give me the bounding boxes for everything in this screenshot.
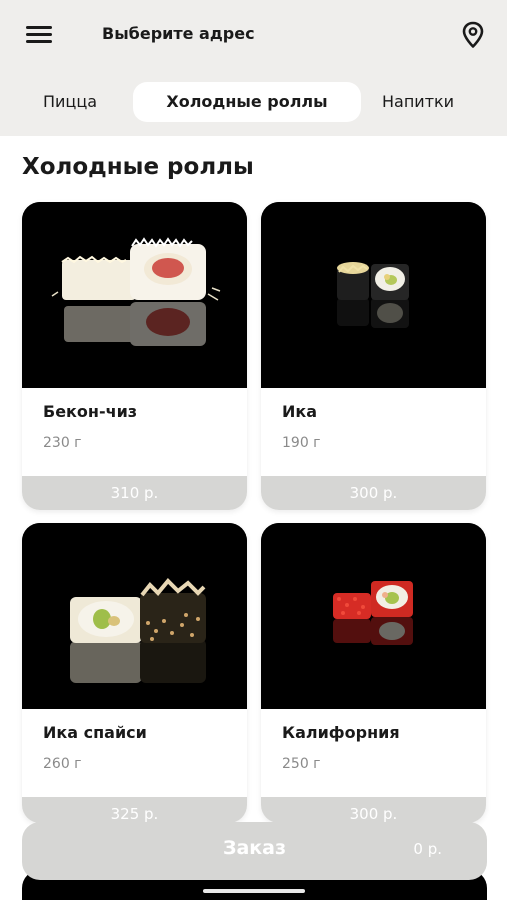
top-bar: Выберите адрес Пицца Холодные роллы Напи… bbox=[0, 0, 507, 136]
product-photo bbox=[22, 202, 247, 388]
product-name: Ика bbox=[282, 402, 318, 421]
product-name: Бекон-чиз bbox=[43, 402, 138, 421]
price-button[interactable]: 300 р. bbox=[261, 476, 486, 510]
product-weight: 250 г bbox=[282, 756, 321, 772]
order-button[interactable]: Заказ 0 р. bbox=[22, 822, 487, 880]
product-photo bbox=[22, 523, 247, 709]
product-weight: 260 г bbox=[43, 756, 82, 772]
price-button[interactable]: 300 р. bbox=[261, 797, 486, 823]
hamburger-menu-icon[interactable] bbox=[26, 24, 54, 44]
product-name: Ика спайси bbox=[43, 723, 147, 742]
product-card-ika-spicy[interactable]: Ика спайси 260 г 325 р. bbox=[22, 523, 247, 823]
product-card-bacon-cheese[interactable]: Бекон-чиз 230 г 310 р. bbox=[22, 202, 247, 510]
product-photo bbox=[261, 523, 486, 709]
product-card-california[interactable]: Калифорния 250 г 300 р. bbox=[261, 523, 486, 823]
product-name: Калифорния bbox=[282, 723, 400, 742]
tab-cold-rolls[interactable]: Холодные роллы bbox=[133, 82, 361, 122]
location-pin-icon[interactable] bbox=[461, 21, 485, 49]
product-weight: 230 г bbox=[43, 435, 82, 451]
product-photo bbox=[261, 202, 486, 388]
address-selector[interactable]: Выберите адрес bbox=[102, 24, 255, 43]
product-card-ika[interactable]: Ика 190 г 300 р. bbox=[261, 202, 486, 510]
tab-drinks[interactable]: Напитки bbox=[382, 82, 454, 122]
home-indicator bbox=[203, 889, 305, 893]
order-total: 0 р. bbox=[413, 840, 442, 858]
section-title: Холодные роллы bbox=[22, 154, 254, 180]
price-button[interactable]: 325 р. bbox=[22, 797, 247, 823]
category-tabs: Пицца Холодные роллы Напитки bbox=[0, 82, 507, 122]
product-weight: 190 г bbox=[282, 435, 321, 451]
price-button[interactable]: 310 р. bbox=[22, 476, 247, 510]
tab-pizza[interactable]: Пицца bbox=[43, 82, 97, 122]
